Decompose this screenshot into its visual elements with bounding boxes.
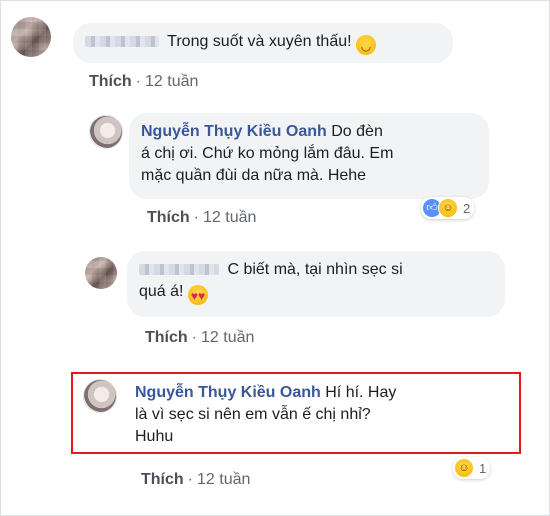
timestamp[interactable]: 12 tuần (203, 209, 256, 226)
reply-text-line: mặc quần đùi da nữa mà. Hehe (141, 167, 367, 184)
reply-text-line: C biết mà, tại nhìn sẹc si (227, 261, 403, 278)
avatar[interactable] (11, 17, 51, 57)
comment-thread: Trong suốt và xuyên thấu! ◡ Thích · 12 tuầ… (0, 0, 550, 516)
like-link[interactable]: Thích (141, 471, 184, 488)
reaction-count: 2 (463, 200, 471, 216)
comment-meta: Thích · 12 tuần (147, 209, 256, 227)
comment-meta: Thích · 12 tuần (141, 471, 250, 489)
separator: · (191, 329, 197, 346)
comment-meta: Thích · 12 tuần (89, 73, 198, 91)
avatar[interactable] (89, 115, 123, 149)
timestamp[interactable]: 12 tuần (201, 329, 254, 346)
reaction-summary[interactable]: 👍︎ ☺ 2 (421, 197, 475, 219)
blurred-author-name[interactable] (139, 264, 219, 276)
separator: · (135, 73, 141, 90)
reply-bubble: Nguyễn Thụy Kiều Oanh Do đèn á chị ơi. C… (129, 113, 489, 199)
comment-meta: Thích · 12 tuần (145, 329, 254, 347)
like-link[interactable]: Thích (89, 73, 132, 90)
reply-bubble: C biết mà, tại nhìn sẹc si quá á! ♥♥ (127, 251, 505, 317)
haha-reaction-icon: ☺ (454, 458, 474, 478)
comment-bubble: Trong suốt và xuyên thấu! ◡ (73, 23, 453, 63)
reply-text-line: Do đèn (331, 123, 383, 140)
timestamp[interactable]: 12 tuần (145, 73, 198, 90)
heart-eyes-icon: ♥♥ (187, 285, 208, 305)
timestamp[interactable]: 12 tuần (197, 471, 250, 488)
separator: · (193, 209, 199, 226)
grinning-face-icon: ◡ (356, 35, 377, 55)
comment-text: Trong suốt và xuyên thấu! (167, 33, 352, 50)
haha-reaction-icon: ☺ (438, 198, 458, 218)
like-link[interactable]: Thích (145, 329, 188, 346)
avatar[interactable] (85, 257, 117, 289)
separator: · (187, 471, 193, 488)
reaction-count: 1 (479, 460, 487, 476)
author-name[interactable]: Nguyễn Thụy Kiều Oanh (141, 123, 327, 140)
blurred-author-name[interactable] (85, 36, 159, 48)
reply-text-line: á chị ơi. Chứ ko mỏng lắm đâu. Em (141, 145, 394, 162)
reply-text-line: quá á! (139, 283, 184, 300)
like-link[interactable]: Thích (147, 209, 190, 226)
reaction-summary[interactable]: ☺ 1 (453, 457, 491, 479)
highlight-box (71, 372, 521, 454)
